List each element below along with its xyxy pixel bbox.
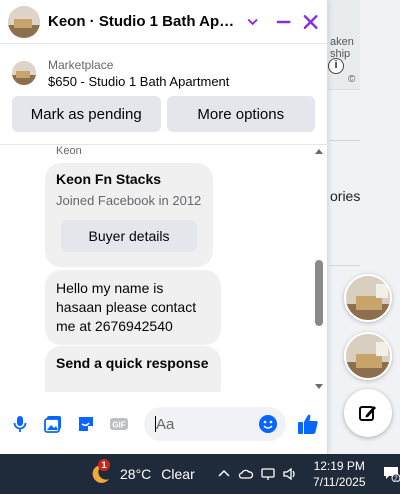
message-input-wrapper (144, 407, 286, 441)
listing-label: Marketplace (48, 57, 114, 72)
chat-window: Keon · Studio 1 Bath Apart... Marketplac… (0, 0, 328, 454)
scrollbar-thumb[interactable] (315, 260, 323, 326)
weather-widget[interactable]: 1 28°C Clear (88, 459, 195, 486)
weather-alert-badge: 1 (98, 459, 110, 471)
compose-icon (359, 406, 376, 421)
map-label: aken (330, 36, 354, 48)
chevron-up-icon[interactable] (216, 466, 232, 482)
scroll-up-icon[interactable] (315, 149, 323, 154)
profile-joined: Joined Facebook in 2012 (56, 193, 202, 208)
emoji-icon[interactable] (258, 414, 278, 434)
chat-head-avatar[interactable] (344, 332, 392, 380)
room-photo-icon (8, 5, 40, 38)
more-options-button[interactable]: More options (166, 96, 315, 132)
sticker-icon[interactable] (76, 414, 96, 434)
minimize-icon[interactable] (275, 13, 292, 31)
divider (330, 140, 360, 141)
weather-icon: 1 (88, 459, 112, 486)
thumbs-up-icon[interactable] (296, 412, 320, 436)
message-composer: GIF (0, 402, 328, 446)
scroll-down-icon[interactable] (315, 384, 323, 389)
new-message-button[interactable] (344, 389, 392, 437)
chat-head-avatar[interactable] (344, 274, 392, 322)
scrollbar[interactable] (314, 145, 324, 392)
listing-thumbnail (12, 61, 36, 85)
room-photo-icon (346, 334, 390, 378)
room-photo-icon (346, 276, 390, 320)
temperature: 28°C (120, 466, 152, 482)
conversation-title[interactable]: Keon · Studio 1 Bath Apart... (48, 13, 239, 30)
gif-icon[interactable]: GIF (109, 414, 129, 434)
marketplace-listing[interactable]: Marketplace $650 - Studio 1 Bath Apartme… (0, 44, 327, 92)
volume-icon[interactable] (282, 466, 298, 482)
clock-date: 7/11/2025 (313, 475, 366, 489)
chevron-down-icon[interactable] (245, 14, 260, 30)
listing-actions: Mark as pending More options (0, 96, 327, 132)
taskbar-clock[interactable]: 12:19 PM 7/11/2025 (313, 458, 366, 490)
buyer-profile-card: Keon Fn Stacks Joined Facebook in 2012 B… (45, 163, 213, 267)
buyer-details-button[interactable]: Buyer details (61, 220, 197, 252)
microphone-icon[interactable] (10, 414, 30, 434)
system-tray (216, 466, 298, 482)
windows-taskbar: 1 28°C Clear 12:19 PM 7/11/2025 2 (0, 454, 400, 494)
notification-count: 2 (394, 476, 398, 483)
message-input[interactable] (156, 415, 256, 433)
profile-name: Keon Fn Stacks (56, 171, 162, 187)
sender-name: Keon (56, 145, 82, 157)
close-icon[interactable] (302, 13, 319, 31)
quick-response-bubble[interactable]: Send a quick response (45, 346, 221, 392)
map-info-icon[interactable]: i (328, 58, 344, 74)
gif-label: GIF (112, 421, 125, 430)
network-icon[interactable] (260, 466, 276, 482)
stories-label: ories (330, 188, 361, 204)
conversation-avatar[interactable] (8, 5, 40, 38)
room-photo-icon (12, 61, 36, 85)
text-caret (155, 416, 156, 432)
chat-header: Keon · Studio 1 Bath Apart... (0, 0, 327, 44)
mark-as-pending-button[interactable]: Mark as pending (12, 96, 161, 132)
divider (330, 265, 360, 266)
map-copyright: © (348, 74, 356, 85)
message-bubble: Hello my name is hasaan please contact m… (45, 270, 221, 345)
photo-icon[interactable] (43, 414, 63, 434)
message-thread[interactable]: Keon Keon Fn Stacks Joined Facebook in 2… (0, 144, 328, 392)
weather-condition: Clear (161, 466, 195, 482)
listing-title: $650 - Studio 1 Bath Apartment (48, 73, 230, 89)
clock-time: 12:19 PM (313, 459, 365, 473)
cloud-icon[interactable] (238, 466, 254, 482)
notification-icon[interactable]: 2 (382, 464, 400, 482)
